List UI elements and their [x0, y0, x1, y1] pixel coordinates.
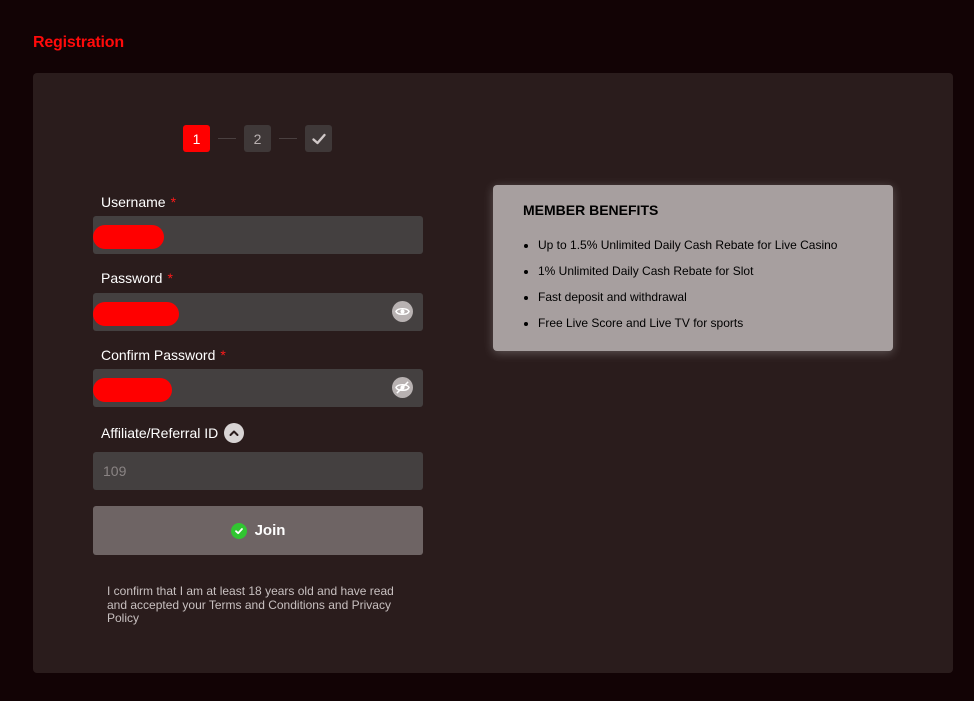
- registration-panel: 1 2 Username * Password * Confirm Passwo…: [33, 73, 953, 673]
- benefit-item: Up to 1.5% Unlimited Daily Cash Rebate f…: [538, 237, 837, 263]
- required-mark: *: [167, 270, 173, 286]
- member-benefits-card: MEMBER BENEFITS Up to 1.5% Unlimited Dai…: [493, 185, 893, 351]
- step-1: 1: [183, 125, 210, 152]
- chevron-up-icon[interactable]: [224, 423, 245, 443]
- check-icon: [311, 133, 326, 144]
- password-label: Password *: [101, 270, 173, 286]
- required-mark: *: [170, 194, 177, 210]
- benefits-title: MEMBER BENEFITS: [523, 202, 659, 218]
- step-complete: [305, 125, 332, 152]
- benefit-item: 1% Unlimited Daily Cash Rebate for Slot: [538, 263, 837, 289]
- password-field[interactable]: [93, 293, 423, 331]
- benefits-list: Up to 1.5% Unlimited Daily Cash Rebate f…: [523, 237, 837, 341]
- eye-slash-icon[interactable]: [392, 377, 413, 398]
- eye-icon[interactable]: [392, 301, 413, 322]
- step-2: 2: [244, 125, 271, 152]
- benefit-item: Fast deposit and withdrawal: [538, 289, 837, 315]
- password-label-text: Password: [101, 270, 163, 286]
- benefit-item: Free Live Score and Live TV for sports: [538, 315, 837, 341]
- redacted-value: [93, 378, 172, 402]
- affiliate-label-text: Affiliate/Referral ID: [101, 425, 219, 441]
- required-mark: *: [220, 347, 226, 363]
- affiliate-input[interactable]: [93, 452, 423, 490]
- age-confirmation-text: I confirm that I am at least 18 years ol…: [107, 584, 394, 625]
- join-label: Join: [254, 522, 286, 539]
- check-circle-icon: [230, 522, 247, 539]
- redacted-value: [93, 225, 164, 249]
- step-divider: [218, 138, 236, 139]
- stepper: 1 2: [183, 125, 332, 152]
- affiliate-label: Affiliate/Referral ID: [101, 423, 245, 443]
- confirm-password-label: Confirm Password *: [101, 347, 226, 363]
- username-label-text: Username: [101, 194, 166, 210]
- confirm-password-label-text: Confirm Password: [101, 347, 216, 363]
- username-field[interactable]: [93, 216, 423, 254]
- affiliate-field[interactable]: [93, 452, 423, 490]
- username-label: Username *: [101, 194, 176, 210]
- page-title: Registration: [33, 34, 124, 51]
- confirm-password-field[interactable]: [93, 369, 423, 407]
- redacted-value: [93, 302, 179, 326]
- step-divider: [279, 138, 297, 139]
- join-button[interactable]: Join: [93, 506, 423, 555]
